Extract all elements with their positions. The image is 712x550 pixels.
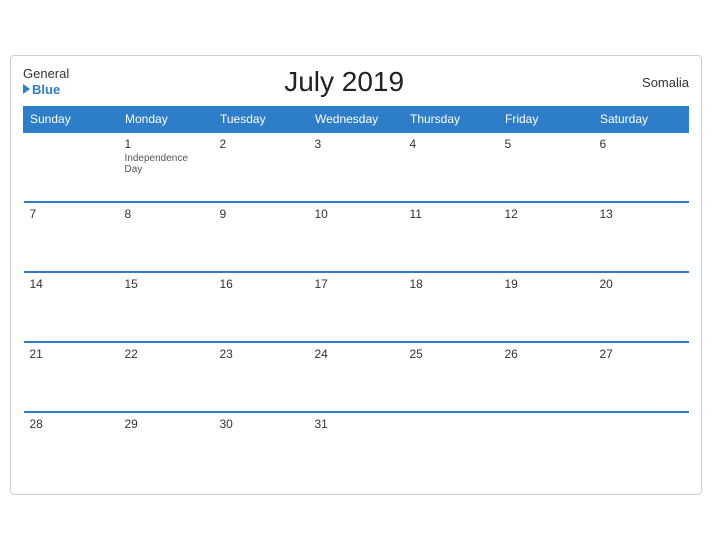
week-row-2: 789 10 11 12 13 [24, 202, 689, 272]
day-number: 1 [125, 137, 208, 151]
calendar-header: General Blue July 2019 Somalia [23, 66, 689, 98]
day-number: 3 [315, 137, 398, 151]
day-number: 28 [30, 417, 113, 431]
calendar-cell: 30 [214, 412, 309, 482]
day-number: 13 [600, 207, 683, 221]
calendar-cell: 22 [119, 342, 214, 412]
day-number: 12 [505, 207, 588, 221]
weekday-header-monday: Monday [119, 107, 214, 133]
calendar-cell: 24 [309, 342, 404, 412]
calendar-cell [594, 412, 689, 482]
calendar-cell: 25 [404, 342, 499, 412]
week-row-3: 14 15 16 17 18 19 20 [24, 272, 689, 342]
day-number: 9 [220, 207, 303, 221]
weekday-header-row: SundayMondayTuesdayWednesdayThursdayFrid… [24, 107, 689, 133]
day-number: 11 [410, 207, 493, 221]
calendar-cell: 7 [24, 202, 119, 272]
calendar-cell: 1 Independence Day [119, 132, 214, 202]
day-number: 17 [315, 277, 398, 291]
calendar-grid: SundayMondayTuesdayWednesdayThursdayFrid… [23, 106, 689, 482]
calendar-cell: 11 [404, 202, 499, 272]
day-number: 5 [505, 137, 588, 151]
calendar-cell: 2 [214, 132, 309, 202]
day-number: 26 [505, 347, 588, 361]
day-number: 25 [410, 347, 493, 361]
holiday-label: Independence Day [125, 153, 208, 175]
day-number: 29 [125, 417, 208, 431]
day-number: 14 [30, 277, 113, 291]
calendar-cell: 3 [309, 132, 404, 202]
calendar-cell: 14 [24, 272, 119, 342]
calendar-cell: 10 [309, 202, 404, 272]
weekday-header-sunday: Sunday [24, 107, 119, 133]
day-number: 22 [125, 347, 208, 361]
weekday-header-saturday: Saturday [594, 107, 689, 133]
logo-area: General Blue [23, 67, 69, 96]
day-number: 16 [220, 277, 303, 291]
weekday-header-tuesday: Tuesday [214, 107, 309, 133]
calendar-cell [24, 132, 119, 202]
calendar-cell: 31 [309, 412, 404, 482]
calendar-cell: 8 [119, 202, 214, 272]
weekday-header-thursday: Thursday [404, 107, 499, 133]
calendar-title: July 2019 [69, 66, 619, 98]
calendar-cell: 12 [499, 202, 594, 272]
day-number: 15 [125, 277, 208, 291]
country-name: Somalia [619, 75, 689, 90]
calendar-cell: 9 [214, 202, 309, 272]
calendar-cell: 23 [214, 342, 309, 412]
day-number: 20 [600, 277, 683, 291]
calendar-cell: 29 [119, 412, 214, 482]
weekday-header-wednesday: Wednesday [309, 107, 404, 133]
calendar-cell: 18 [404, 272, 499, 342]
calendar-cell: 4 [404, 132, 499, 202]
day-number: 8 [125, 207, 208, 221]
day-number: 10 [315, 207, 398, 221]
calendar-cell: 6 [594, 132, 689, 202]
calendar-cell [499, 412, 594, 482]
day-number: 6 [600, 137, 683, 151]
calendar-cell: 20 [594, 272, 689, 342]
week-row-4: 21 22 23 24 25 26 27 [24, 342, 689, 412]
day-number: 4 [410, 137, 493, 151]
day-number: 18 [410, 277, 493, 291]
day-number: 2 [220, 137, 303, 151]
week-row-1: 1 Independence Day 23456 [24, 132, 689, 202]
day-number: 19 [505, 277, 588, 291]
calendar-cell: 21 [24, 342, 119, 412]
calendar-cell: 16 [214, 272, 309, 342]
logo-triangle-icon [23, 84, 30, 94]
day-number: 27 [600, 347, 683, 361]
calendar-cell: 19 [499, 272, 594, 342]
day-number: 24 [315, 347, 398, 361]
calendar-cell [404, 412, 499, 482]
calendar-cell: 28 [24, 412, 119, 482]
week-row-5: 28 29 30 31 [24, 412, 689, 482]
calendar-cell: 13 [594, 202, 689, 272]
calendar-cell: 27 [594, 342, 689, 412]
calendar-cell: 15 [119, 272, 214, 342]
weekday-header-friday: Friday [499, 107, 594, 133]
calendar-cell: 26 [499, 342, 594, 412]
calendar-container: General Blue July 2019 Somalia SundayMon… [10, 55, 702, 495]
day-number: 30 [220, 417, 303, 431]
calendar-cell: 17 [309, 272, 404, 342]
logo-general-text: General [23, 67, 69, 81]
calendar-cell: 5 [499, 132, 594, 202]
day-number: 7 [30, 207, 113, 221]
logo-blue-text: Blue [23, 82, 60, 97]
day-number: 31 [315, 417, 398, 431]
day-number: 23 [220, 347, 303, 361]
day-number: 21 [30, 347, 113, 361]
